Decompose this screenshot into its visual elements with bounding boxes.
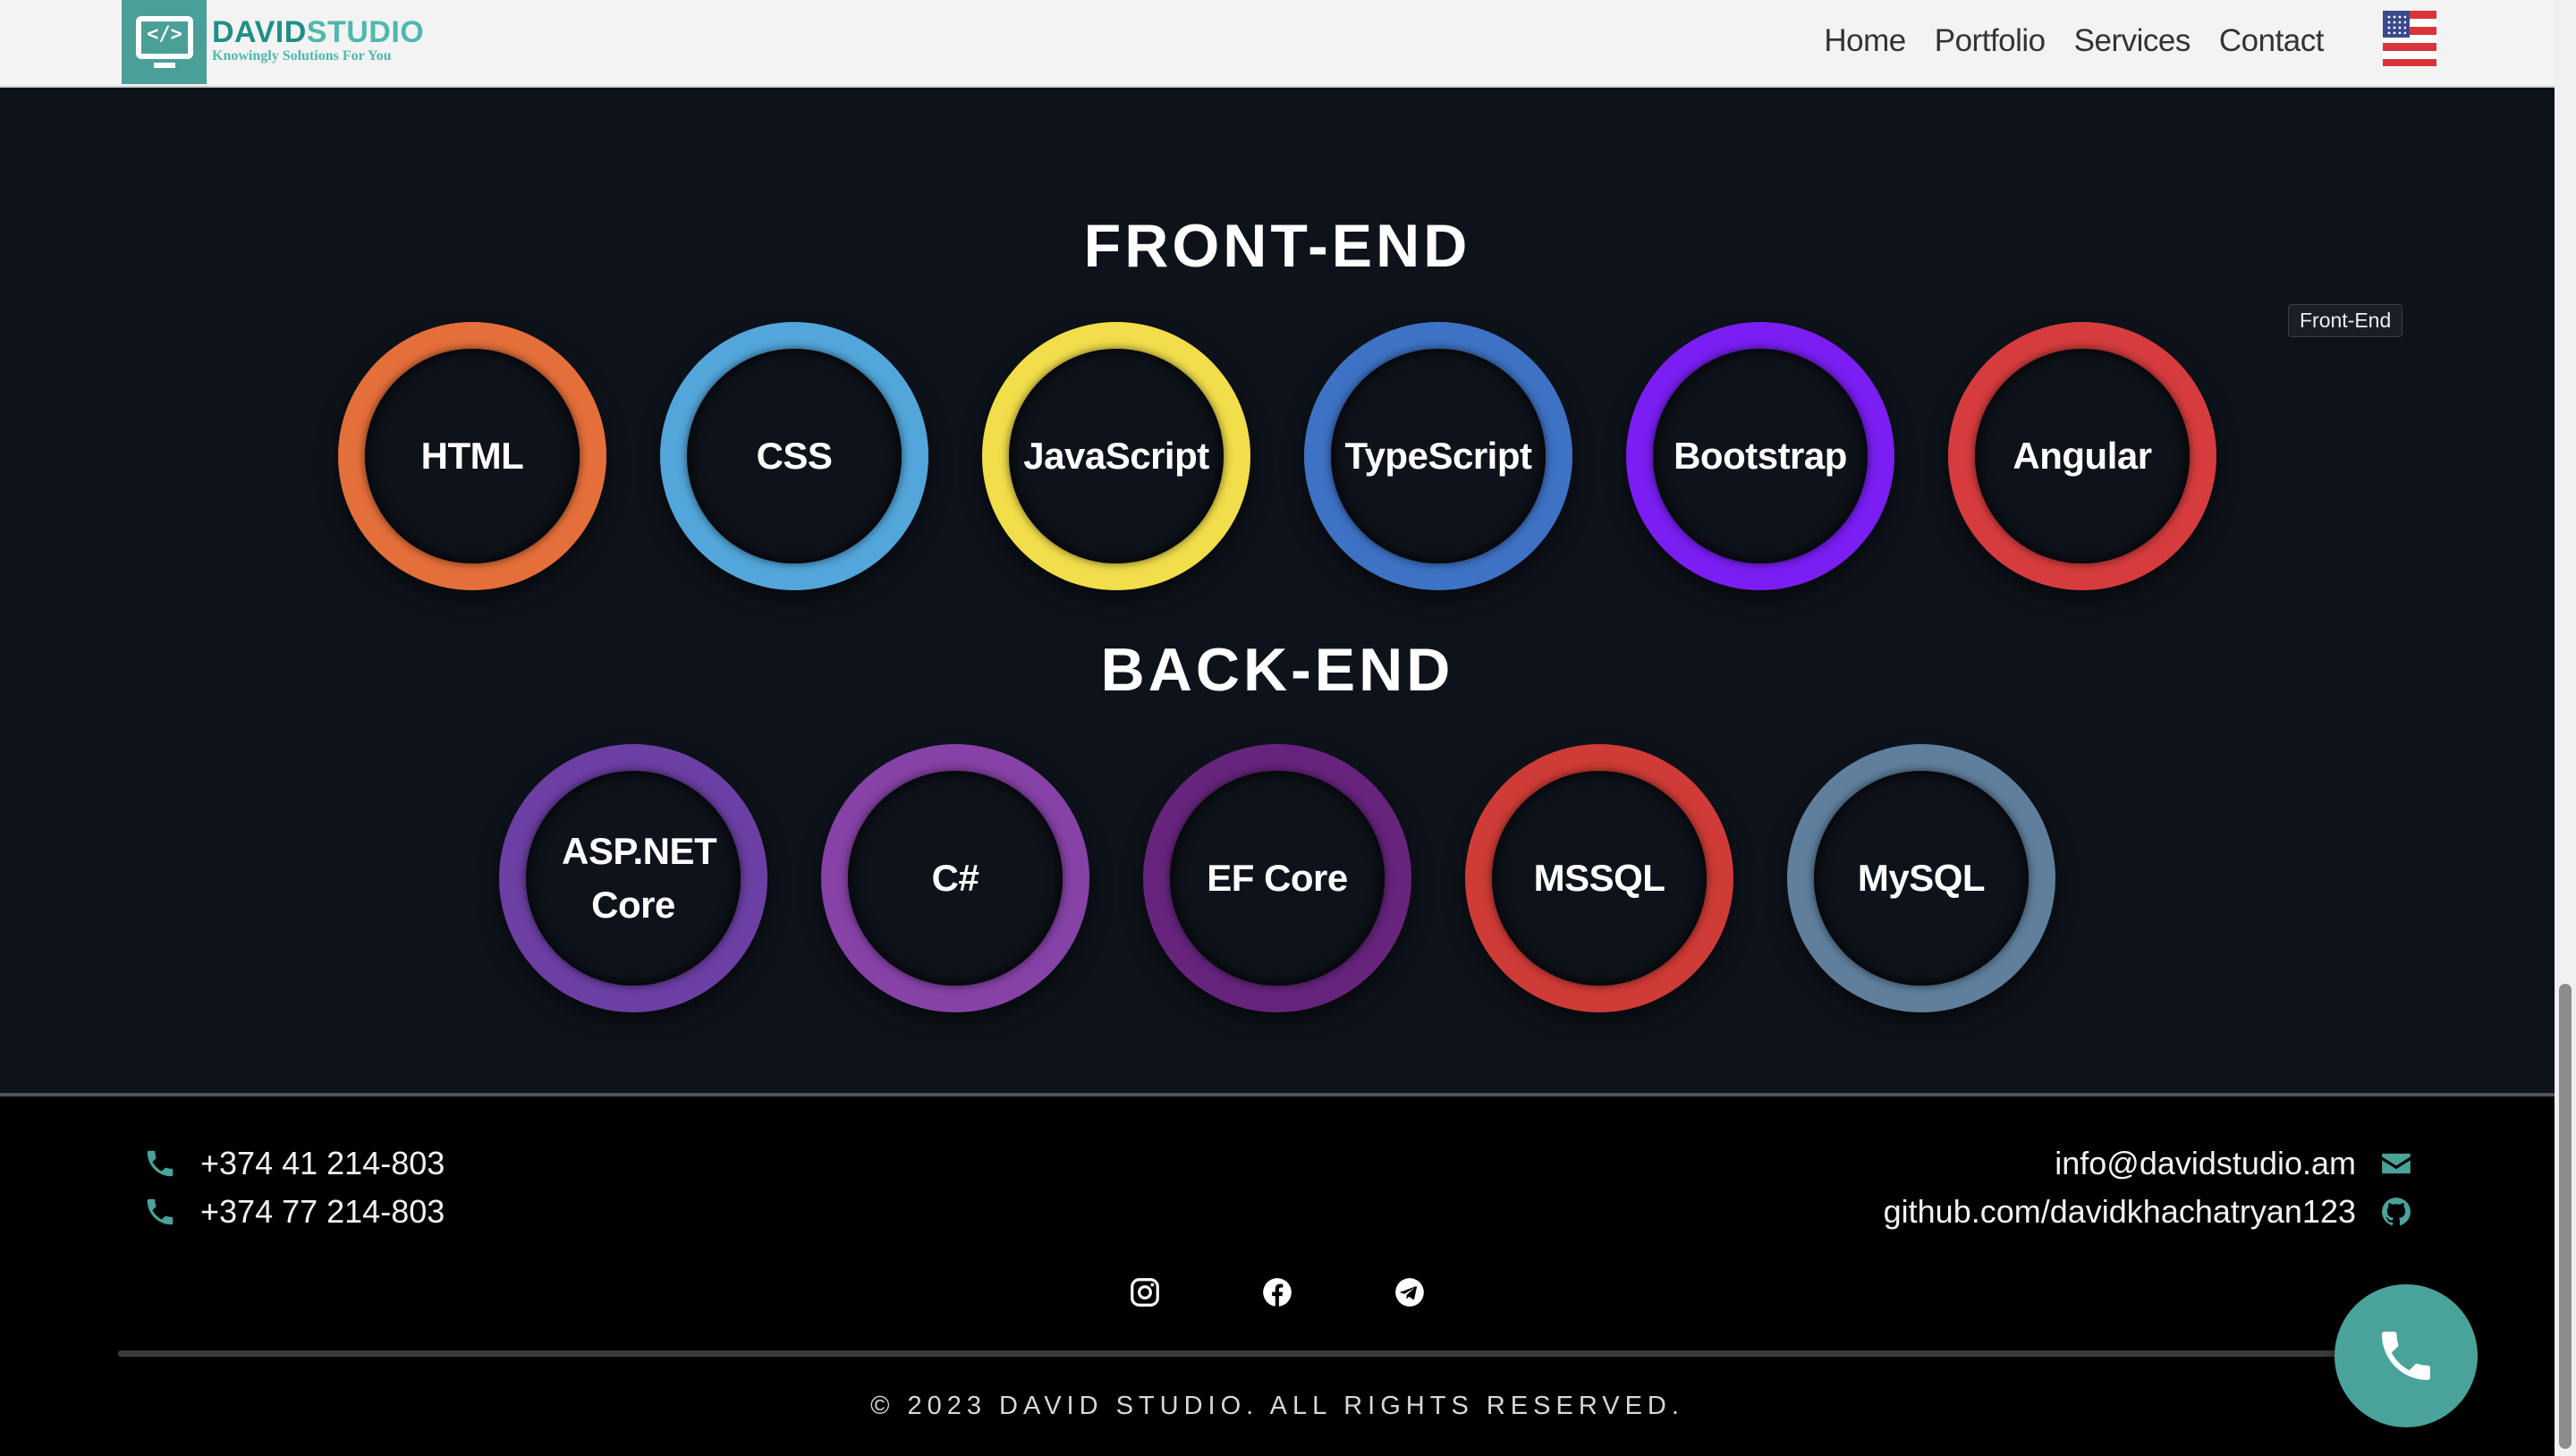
nav-contact-link[interactable]: Contact	[2219, 23, 2325, 59]
skill-bootstrap[interactable]: Bootstrap	[1626, 322, 1894, 590]
phone-line[interactable]: +374 41 214-803	[143, 1139, 445, 1188]
phone-number: +374 77 214-803	[200, 1193, 445, 1230]
site-footer: +374 41 214-803 +374 77 214-803 info@dav…	[0, 1093, 2555, 1456]
phone-line[interactable]: +374 77 214-803	[143, 1188, 445, 1236]
skill-html[interactable]: HTML	[338, 322, 606, 590]
email-address: info@davidstudio.am	[2055, 1145, 2356, 1181]
telegram-icon[interactable]	[1393, 1275, 1427, 1309]
instagram-icon[interactable]	[1128, 1275, 1162, 1309]
us-flag-icon[interactable]	[2383, 11, 2436, 66]
skill-typescript[interactable]: TypeScript	[1304, 322, 1572, 590]
logo-icon[interactable]: </>	[122, 0, 207, 84]
skill-csharp[interactable]: C#	[821, 744, 1089, 1012]
nav-portfolio-link[interactable]: Portfolio	[1935, 23, 2046, 59]
email-line[interactable]: info@davidstudio.am	[1884, 1139, 2413, 1188]
skill-angular[interactable]: Angular	[1948, 322, 2216, 590]
phone-list: +374 41 214-803 +374 77 214-803	[143, 1139, 445, 1236]
skill-javascript[interactable]: JavaScript	[982, 322, 1250, 590]
nav-services-link[interactable]: Services	[2074, 23, 2191, 59]
envelope-icon	[2379, 1147, 2413, 1181]
phone-icon	[143, 1147, 177, 1181]
backend-skills: ASP.NET Core C# EF Core MSSQL MySQL	[0, 744, 2555, 1012]
logo[interactable]: DAVIDSTUDIO Knowingly Solutions For You	[212, 16, 424, 64]
online-contacts: info@davidstudio.am github.com/davidkhac…	[1884, 1139, 2413, 1236]
skill-mysql[interactable]: MySQL	[1787, 744, 2055, 1012]
call-button[interactable]	[2334, 1284, 2478, 1427]
phone-icon	[143, 1195, 177, 1229]
copyright: © 2023 DAVID STUDIO. ALL RIGHTS RESERVED…	[870, 1392, 1684, 1420]
skill-ef-core[interactable]: EF Core	[1143, 744, 1411, 1012]
scrollbar-thumb[interactable]	[2559, 984, 2572, 1449]
logo-name: DAVIDSTUDIO	[212, 15, 425, 49]
social-links	[0, 1275, 2555, 1309]
skill-css[interactable]: CSS	[660, 322, 928, 590]
site-header: </> DAVIDSTUDIO Knowingly Solutions For …	[0, 0, 2555, 88]
logo-tagline: Knowingly Solutions For You	[212, 48, 392, 63]
facebook-icon[interactable]	[1260, 1275, 1294, 1309]
backend-title: BACK-END	[1100, 636, 1454, 704]
github-icon	[2379, 1195, 2413, 1229]
frontend-skills: HTML CSS JavaScript TypeScript Bootstrap…	[0, 322, 2555, 590]
page-scrollbar[interactable]	[2555, 0, 2576, 1456]
phone-icon	[2374, 1324, 2438, 1388]
footer-divider	[118, 1350, 2436, 1357]
nav-home-link[interactable]: Home	[1824, 23, 1906, 59]
main-nav: Home Portfolio Services Contact	[1824, 23, 2324, 59]
phone-number: +374 41 214-803	[200, 1145, 445, 1181]
github-link: github.com/davidkhachatryan123	[1883, 1193, 2356, 1230]
github-line[interactable]: github.com/davidkhachatryan123	[1884, 1188, 2413, 1236]
skill-mssql[interactable]: MSSQL	[1465, 744, 1733, 1012]
frontend-title: FRONT-END	[1083, 212, 1471, 280]
skill-aspnet-core[interactable]: ASP.NET Core	[499, 744, 767, 1012]
